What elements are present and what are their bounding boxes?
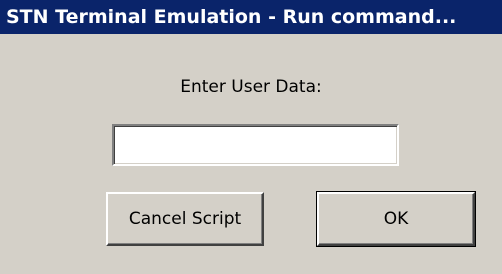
ok-button[interactable]: OK [316, 191, 476, 247]
user-data-label: Enter User Data: [180, 77, 322, 97]
cancel-script-button[interactable]: Cancel Script [106, 192, 264, 246]
run-command-dialog: STN Terminal Emulation - Run command... … [0, 0, 502, 274]
window-title: STN Terminal Emulation - Run command... [0, 0, 502, 34]
user-data-input[interactable] [112, 124, 399, 166]
